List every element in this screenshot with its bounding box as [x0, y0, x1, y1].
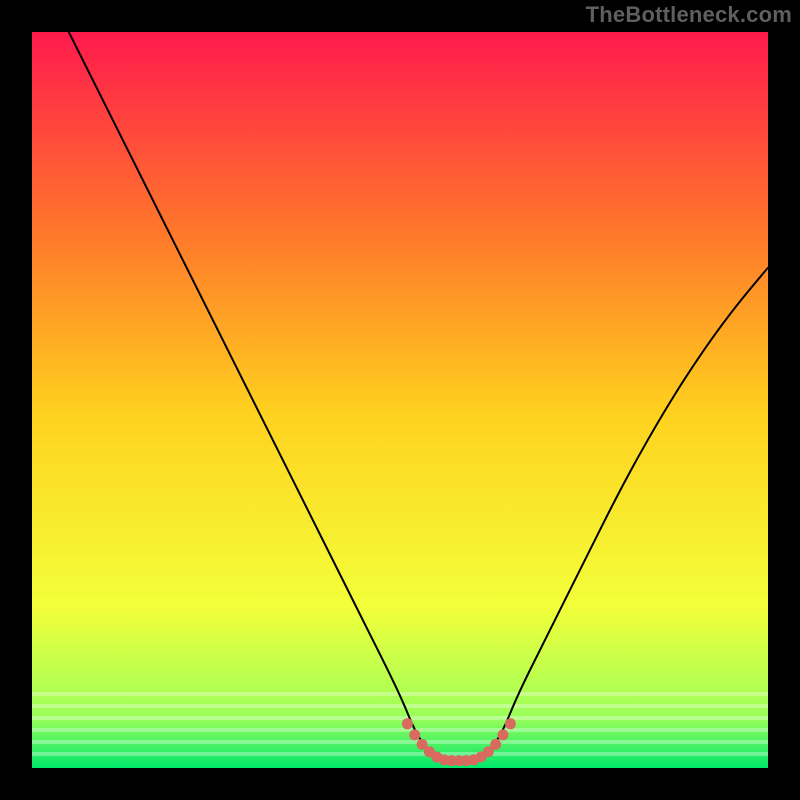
optimum-dot — [505, 718, 516, 729]
optimum-dot — [490, 739, 501, 750]
curve-layer — [32, 32, 768, 768]
optimum-dot — [402, 718, 413, 729]
plot-area — [32, 32, 768, 768]
bottleneck-curve — [69, 32, 768, 761]
optimum-range-dots — [402, 718, 516, 766]
optimum-dot — [409, 729, 420, 740]
watermark-label: TheBottleneck.com — [586, 2, 792, 28]
optimum-dot — [498, 729, 509, 740]
chart-frame: TheBottleneck.com — [0, 0, 800, 800]
